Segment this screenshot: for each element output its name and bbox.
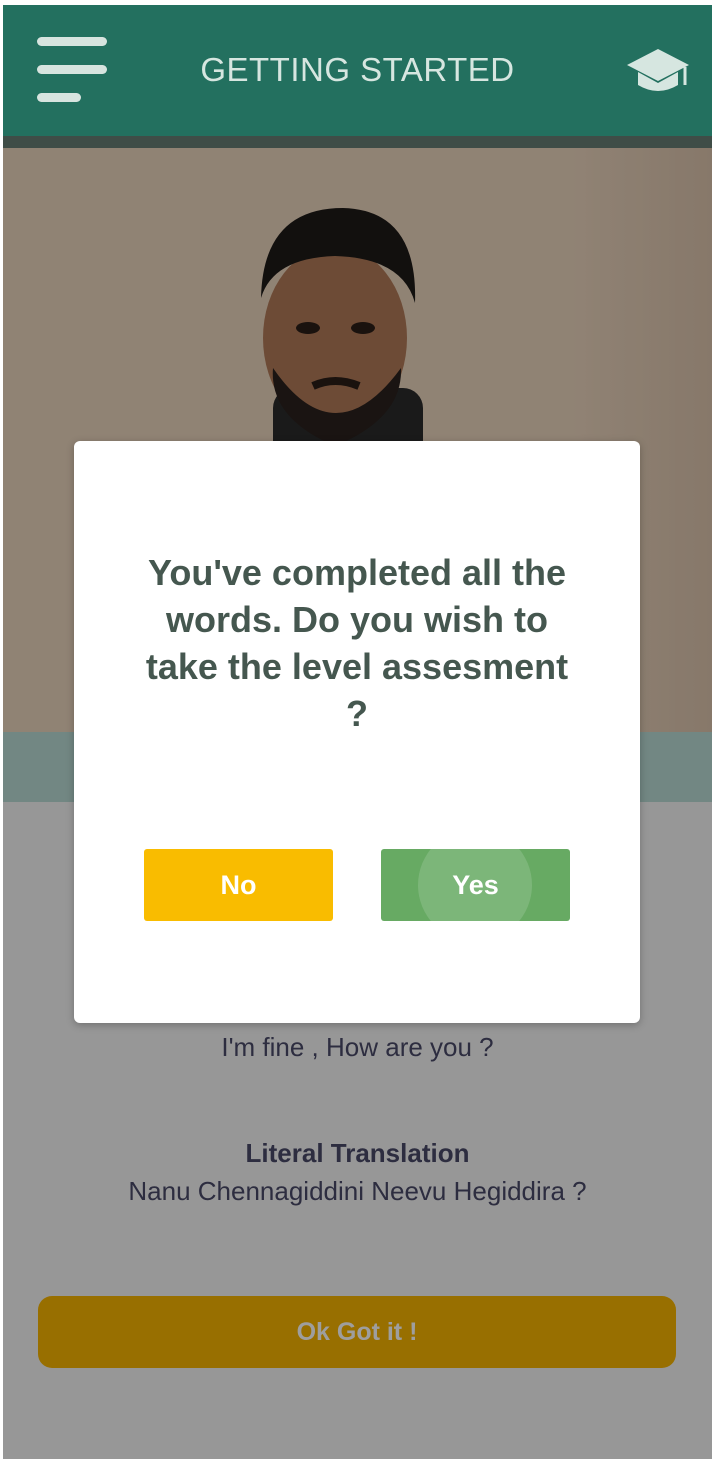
no-button-label: No bbox=[220, 870, 257, 900]
level-assessment-dialog: You've completed all the words. Do you w… bbox=[74, 441, 640, 1023]
yes-button-label: Yes bbox=[452, 870, 499, 900]
graduation-cap-icon[interactable] bbox=[625, 45, 691, 101]
app-screen: GETTING STARTED I'm fine , How are you ?… bbox=[3, 5, 712, 1459]
page-title: GETTING STARTED bbox=[200, 51, 515, 88]
no-button[interactable]: No bbox=[144, 849, 333, 921]
yes-button[interactable]: Yes bbox=[381, 849, 570, 921]
header-divider bbox=[3, 136, 712, 148]
dialog-message: You've completed all the words. Do you w… bbox=[145, 552, 569, 734]
header-bar: GETTING STARTED bbox=[3, 5, 712, 136]
